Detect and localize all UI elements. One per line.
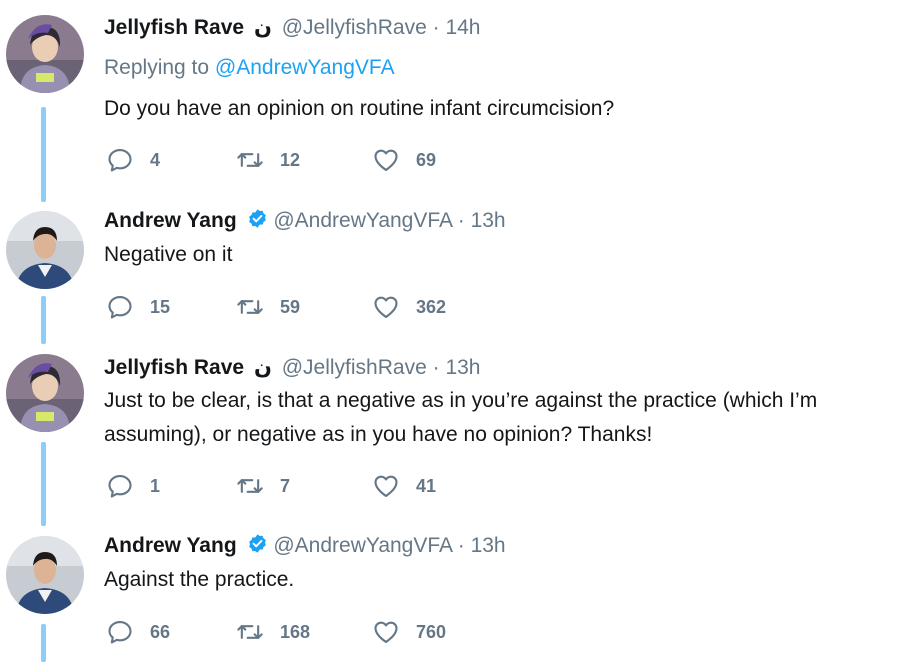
thread-connector-line (41, 624, 46, 662)
retweet-button[interactable]: 168 (236, 617, 310, 647)
reply-button[interactable]: 66 (106, 617, 170, 647)
retweet-icon (237, 153, 263, 167)
separator-dot: · (457, 534, 465, 557)
display-name[interactable]: Jellyfish Rave (104, 356, 244, 379)
reply-icon (108, 149, 132, 172)
separator-dot: · (432, 16, 440, 39)
avatar[interactable] (6, 354, 84, 432)
user-handle[interactable]: @AndrewYangVFA (273, 209, 452, 232)
jellyfish-avatar-image (6, 354, 84, 432)
retweet-button[interactable]: 12 (236, 145, 300, 175)
like-count: 41 (416, 475, 437, 496)
jellyfish-avatar-image (6, 15, 84, 93)
replying-to-prefix: Replying to (104, 56, 210, 79)
reply-icon (108, 475, 132, 498)
heart-icon (374, 621, 398, 643)
retweet-count: 168 (280, 621, 311, 642)
user-handle[interactable]: @JellyfishRave (282, 356, 427, 379)
like-button[interactable]: 362 (372, 292, 446, 322)
thread-connector-line (41, 107, 46, 202)
separator-dot: · (457, 209, 465, 232)
timestamp[interactable]: 13h (471, 209, 506, 232)
tweet-header: Andrew Yang @AndrewYangVFA · 13h (104, 533, 506, 558)
tweet-text-line: Just to be clear, is that a negative as … (104, 389, 818, 412)
reply-icon (108, 296, 132, 319)
tweet-header: Andrew Yang @AndrewYangVFA · 13h (104, 208, 506, 233)
tweet-header: Jellyfish Rave ن @JellyfishRave · 14h (104, 15, 480, 40)
display-name[interactable]: Andrew Yang (104, 534, 237, 557)
tweet-text: Against the practice. (104, 568, 295, 591)
tweet-text-line: assuming), or negative as in you have no… (104, 423, 653, 446)
reply-count: 4 (150, 149, 161, 170)
mention-link[interactable]: @AndrewYangVFA (215, 56, 395, 79)
tweet-header: Jellyfish Rave ن @JellyfishRave · 13h (104, 355, 480, 380)
avatar[interactable] (6, 15, 84, 93)
heart-icon (374, 149, 398, 171)
retweet-icon (237, 625, 263, 639)
like-button[interactable]: 760 (372, 617, 446, 647)
retweet-count: 12 (280, 149, 301, 170)
display-name[interactable]: Jellyfish Rave (104, 16, 244, 39)
user-handle[interactable]: @AndrewYangVFA (273, 534, 452, 557)
retweet-icon (237, 300, 263, 314)
retweet-count: 7 (280, 475, 291, 496)
like-button[interactable]: 69 (372, 145, 436, 175)
reply-count: 66 (150, 621, 171, 642)
reply-count: 15 (150, 296, 171, 317)
tweet-text: Just to be clear, is that a negative as … (104, 384, 904, 452)
name-symbol: ن (253, 16, 272, 39)
like-button[interactable]: 41 (372, 471, 436, 501)
timestamp[interactable]: 13h (471, 534, 506, 557)
user-handle[interactable]: @JellyfishRave (282, 16, 427, 39)
heart-icon (374, 296, 398, 318)
tweet-text: Negative on it (104, 243, 233, 266)
reply-button[interactable]: 4 (106, 145, 160, 175)
timestamp[interactable]: 14h (445, 16, 480, 39)
name-symbol: ن (253, 356, 272, 379)
like-count: 362 (416, 296, 447, 317)
retweet-icon (237, 479, 263, 493)
like-count: 69 (416, 149, 437, 170)
reply-count: 1 (150, 475, 161, 496)
separator-dot: · (432, 356, 440, 379)
replying-to: Replying to @AndrewYangVFA (104, 56, 395, 80)
andrew-yang-avatar-image (6, 211, 84, 289)
verified-badge-icon (248, 209, 266, 228)
avatar[interactable] (6, 211, 84, 289)
thread-connector-line (41, 296, 46, 344)
andrew-yang-avatar-image (6, 536, 84, 614)
heart-icon (374, 475, 398, 497)
tweet-text: Do you have an opinion on routine infant… (104, 97, 615, 120)
retweet-button[interactable]: 59 (236, 292, 300, 322)
reply-icon (108, 621, 132, 644)
thread-connector-line (41, 442, 46, 526)
reply-button[interactable]: 15 (106, 292, 170, 322)
reply-button[interactable]: 1 (106, 471, 160, 501)
timestamp[interactable]: 13h (445, 356, 480, 379)
display-name[interactable]: Andrew Yang (104, 209, 237, 232)
retweet-count: 59 (280, 296, 301, 317)
verified-badge-icon (248, 534, 266, 553)
avatar[interactable] (6, 536, 84, 614)
like-count: 760 (416, 621, 447, 642)
retweet-button[interactable]: 7 (236, 471, 290, 501)
